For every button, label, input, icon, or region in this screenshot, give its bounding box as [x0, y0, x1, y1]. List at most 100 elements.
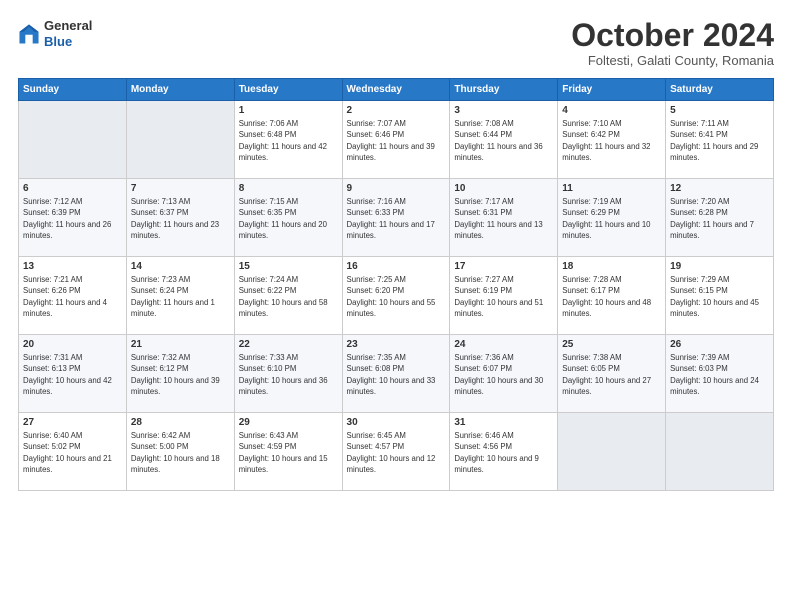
day-cell: 2 Sunrise: 7:07 AMSunset: 6:46 PMDaylight…	[342, 101, 450, 179]
day-info: Sunrise: 7:25 AMSunset: 6:20 PMDaylight:…	[347, 274, 446, 319]
logo-blue: Blue	[44, 34, 92, 50]
week-row-4: 20 Sunrise: 7:31 AMSunset: 6:13 PMDayligh…	[19, 335, 774, 413]
day-cell: 24 Sunrise: 7:36 AMSunset: 6:07 PMDayligh…	[450, 335, 558, 413]
day-info: Sunrise: 7:20 AMSunset: 6:28 PMDaylight:…	[670, 196, 769, 241]
day-cell: 20 Sunrise: 7:31 AMSunset: 6:13 PMDayligh…	[19, 335, 127, 413]
day-info: Sunrise: 7:06 AMSunset: 6:48 PMDaylight:…	[239, 118, 338, 163]
day-info: Sunrise: 7:36 AMSunset: 6:07 PMDaylight:…	[454, 352, 553, 397]
day-info: Sunrise: 7:15 AMSunset: 6:35 PMDaylight:…	[239, 196, 338, 241]
day-info: Sunrise: 7:35 AMSunset: 6:08 PMDaylight:…	[347, 352, 446, 397]
day-cell	[558, 413, 666, 491]
calendar-page: General Blue October 2024 Foltesti, Gala…	[0, 0, 792, 612]
calendar-body: 1 Sunrise: 7:06 AMSunset: 6:48 PMDaylight…	[19, 101, 774, 491]
day-info: Sunrise: 7:16 AMSunset: 6:33 PMDaylight:…	[347, 196, 446, 241]
dow-header-tuesday: Tuesday	[234, 79, 342, 101]
day-info: Sunrise: 7:38 AMSunset: 6:05 PMDaylight:…	[562, 352, 661, 397]
day-info: Sunrise: 7:07 AMSunset: 6:46 PMDaylight:…	[347, 118, 446, 163]
day-number: 16	[347, 261, 446, 272]
day-info: Sunrise: 7:31 AMSunset: 6:13 PMDaylight:…	[23, 352, 122, 397]
day-cell: 25 Sunrise: 7:38 AMSunset: 6:05 PMDayligh…	[558, 335, 666, 413]
day-number: 2	[347, 105, 446, 116]
day-number: 5	[670, 105, 769, 116]
day-info: Sunrise: 7:24 AMSunset: 6:22 PMDaylight:…	[239, 274, 338, 319]
day-cell: 27 Sunrise: 6:40 AMSunset: 5:02 PMDayligh…	[19, 413, 127, 491]
day-info: Sunrise: 6:43 AMSunset: 4:59 PMDaylight:…	[239, 430, 338, 475]
day-number: 17	[454, 261, 553, 272]
week-row-2: 6Sunrise: 7:12 AMSunset: 6:39 PMDaylight…	[19, 179, 774, 257]
dow-header-saturday: Saturday	[666, 79, 774, 101]
day-number: 8	[239, 183, 338, 194]
day-cell: 9 Sunrise: 7:16 AMSunset: 6:33 PMDaylight…	[342, 179, 450, 257]
week-row-5: 27 Sunrise: 6:40 AMSunset: 5:02 PMDayligh…	[19, 413, 774, 491]
day-number: 24	[454, 339, 553, 350]
day-cell: 17 Sunrise: 7:27 AMSunset: 6:19 PMDayligh…	[450, 257, 558, 335]
day-number: 10	[454, 183, 553, 194]
calendar-table: SundayMondayTuesdayWednesdayThursdayFrid…	[18, 78, 774, 491]
day-cell: 5Sunrise: 7:11 AMSunset: 6:41 PMDaylight…	[666, 101, 774, 179]
month-title: October 2024	[571, 18, 774, 53]
day-cell: 14 Sunrise: 7:23 AMSunset: 6:24 PMDayligh…	[126, 257, 234, 335]
day-cell: 29 Sunrise: 6:43 AMSunset: 4:59 PMDayligh…	[234, 413, 342, 491]
logo-icon	[18, 23, 40, 45]
day-cell: 26 Sunrise: 7:39 AMSunset: 6:03 PMDayligh…	[666, 335, 774, 413]
day-info: Sunrise: 7:12 AMSunset: 6:39 PMDaylight:…	[23, 196, 122, 241]
day-cell: 4 Sunrise: 7:10 AMSunset: 6:42 PMDaylight…	[558, 101, 666, 179]
page-header: General Blue October 2024 Foltesti, Gala…	[18, 18, 774, 68]
day-number: 21	[131, 339, 230, 350]
day-cell: 10 Sunrise: 7:17 AMSunset: 6:31 PMDayligh…	[450, 179, 558, 257]
day-number: 14	[131, 261, 230, 272]
title-block: October 2024 Foltesti, Galati County, Ro…	[571, 18, 774, 68]
day-info: Sunrise: 7:32 AMSunset: 6:12 PMDaylight:…	[131, 352, 230, 397]
day-cell: 1 Sunrise: 7:06 AMSunset: 6:48 PMDaylight…	[234, 101, 342, 179]
day-number: 13	[23, 261, 122, 272]
day-number: 1	[239, 105, 338, 116]
day-number: 4	[562, 105, 661, 116]
dow-header-thursday: Thursday	[450, 79, 558, 101]
day-cell: 7Sunrise: 7:13 AMSunset: 6:37 PMDaylight…	[126, 179, 234, 257]
day-number: 19	[670, 261, 769, 272]
day-info: Sunrise: 6:46 AMSunset: 4:56 PMDaylight:…	[454, 430, 553, 475]
day-info: Sunrise: 7:10 AMSunset: 6:42 PMDaylight:…	[562, 118, 661, 163]
dow-header-friday: Friday	[558, 79, 666, 101]
logo: General Blue	[18, 18, 92, 49]
day-cell: 6Sunrise: 7:12 AMSunset: 6:39 PMDaylight…	[19, 179, 127, 257]
day-info: Sunrise: 7:29 AMSunset: 6:15 PMDaylight:…	[670, 274, 769, 319]
logo-general: General	[44, 18, 92, 34]
day-of-week-header-row: SundayMondayTuesdayWednesdayThursdayFrid…	[19, 79, 774, 101]
day-number: 29	[239, 417, 338, 428]
day-cell	[126, 101, 234, 179]
week-row-1: 1 Sunrise: 7:06 AMSunset: 6:48 PMDaylight…	[19, 101, 774, 179]
day-cell: 31 Sunrise: 6:46 AMSunset: 4:56 PMDayligh…	[450, 413, 558, 491]
day-cell: 13 Sunrise: 7:21 AMSunset: 6:26 PMDayligh…	[19, 257, 127, 335]
day-info: Sunrise: 7:17 AMSunset: 6:31 PMDaylight:…	[454, 196, 553, 241]
day-info: Sunrise: 7:27 AMSunset: 6:19 PMDaylight:…	[454, 274, 553, 319]
day-info: Sunrise: 7:21 AMSunset: 6:26 PMDaylight:…	[23, 274, 122, 319]
day-cell: 15 Sunrise: 7:24 AMSunset: 6:22 PMDayligh…	[234, 257, 342, 335]
day-info: Sunrise: 7:23 AMSunset: 6:24 PMDaylight:…	[131, 274, 230, 319]
day-cell	[666, 413, 774, 491]
day-info: Sunrise: 7:39 AMSunset: 6:03 PMDaylight:…	[670, 352, 769, 397]
week-row-3: 13 Sunrise: 7:21 AMSunset: 6:26 PMDayligh…	[19, 257, 774, 335]
day-number: 31	[454, 417, 553, 428]
day-info: Sunrise: 7:08 AMSunset: 6:44 PMDaylight:…	[454, 118, 553, 163]
day-number: 3	[454, 105, 553, 116]
day-cell: 12Sunrise: 7:20 AMSunset: 6:28 PMDayligh…	[666, 179, 774, 257]
logo-text: General Blue	[44, 18, 92, 49]
day-number: 25	[562, 339, 661, 350]
day-info: Sunrise: 7:28 AMSunset: 6:17 PMDaylight:…	[562, 274, 661, 319]
day-cell: 22Sunrise: 7:33 AMSunset: 6:10 PMDayligh…	[234, 335, 342, 413]
day-number: 11	[562, 183, 661, 194]
day-info: Sunrise: 6:45 AMSunset: 4:57 PMDaylight:…	[347, 430, 446, 475]
day-number: 18	[562, 261, 661, 272]
day-cell: 19 Sunrise: 7:29 AMSunset: 6:15 PMDayligh…	[666, 257, 774, 335]
day-info: Sunrise: 7:19 AMSunset: 6:29 PMDaylight:…	[562, 196, 661, 241]
day-number: 15	[239, 261, 338, 272]
day-info: Sunrise: 6:40 AMSunset: 5:02 PMDaylight:…	[23, 430, 122, 475]
day-number: 20	[23, 339, 122, 350]
day-number: 9	[347, 183, 446, 194]
day-number: 26	[670, 339, 769, 350]
dow-header-monday: Monday	[126, 79, 234, 101]
day-info: Sunrise: 7:13 AMSunset: 6:37 PMDaylight:…	[131, 196, 230, 241]
location-subtitle: Foltesti, Galati County, Romania	[571, 53, 774, 68]
day-number: 27	[23, 417, 122, 428]
